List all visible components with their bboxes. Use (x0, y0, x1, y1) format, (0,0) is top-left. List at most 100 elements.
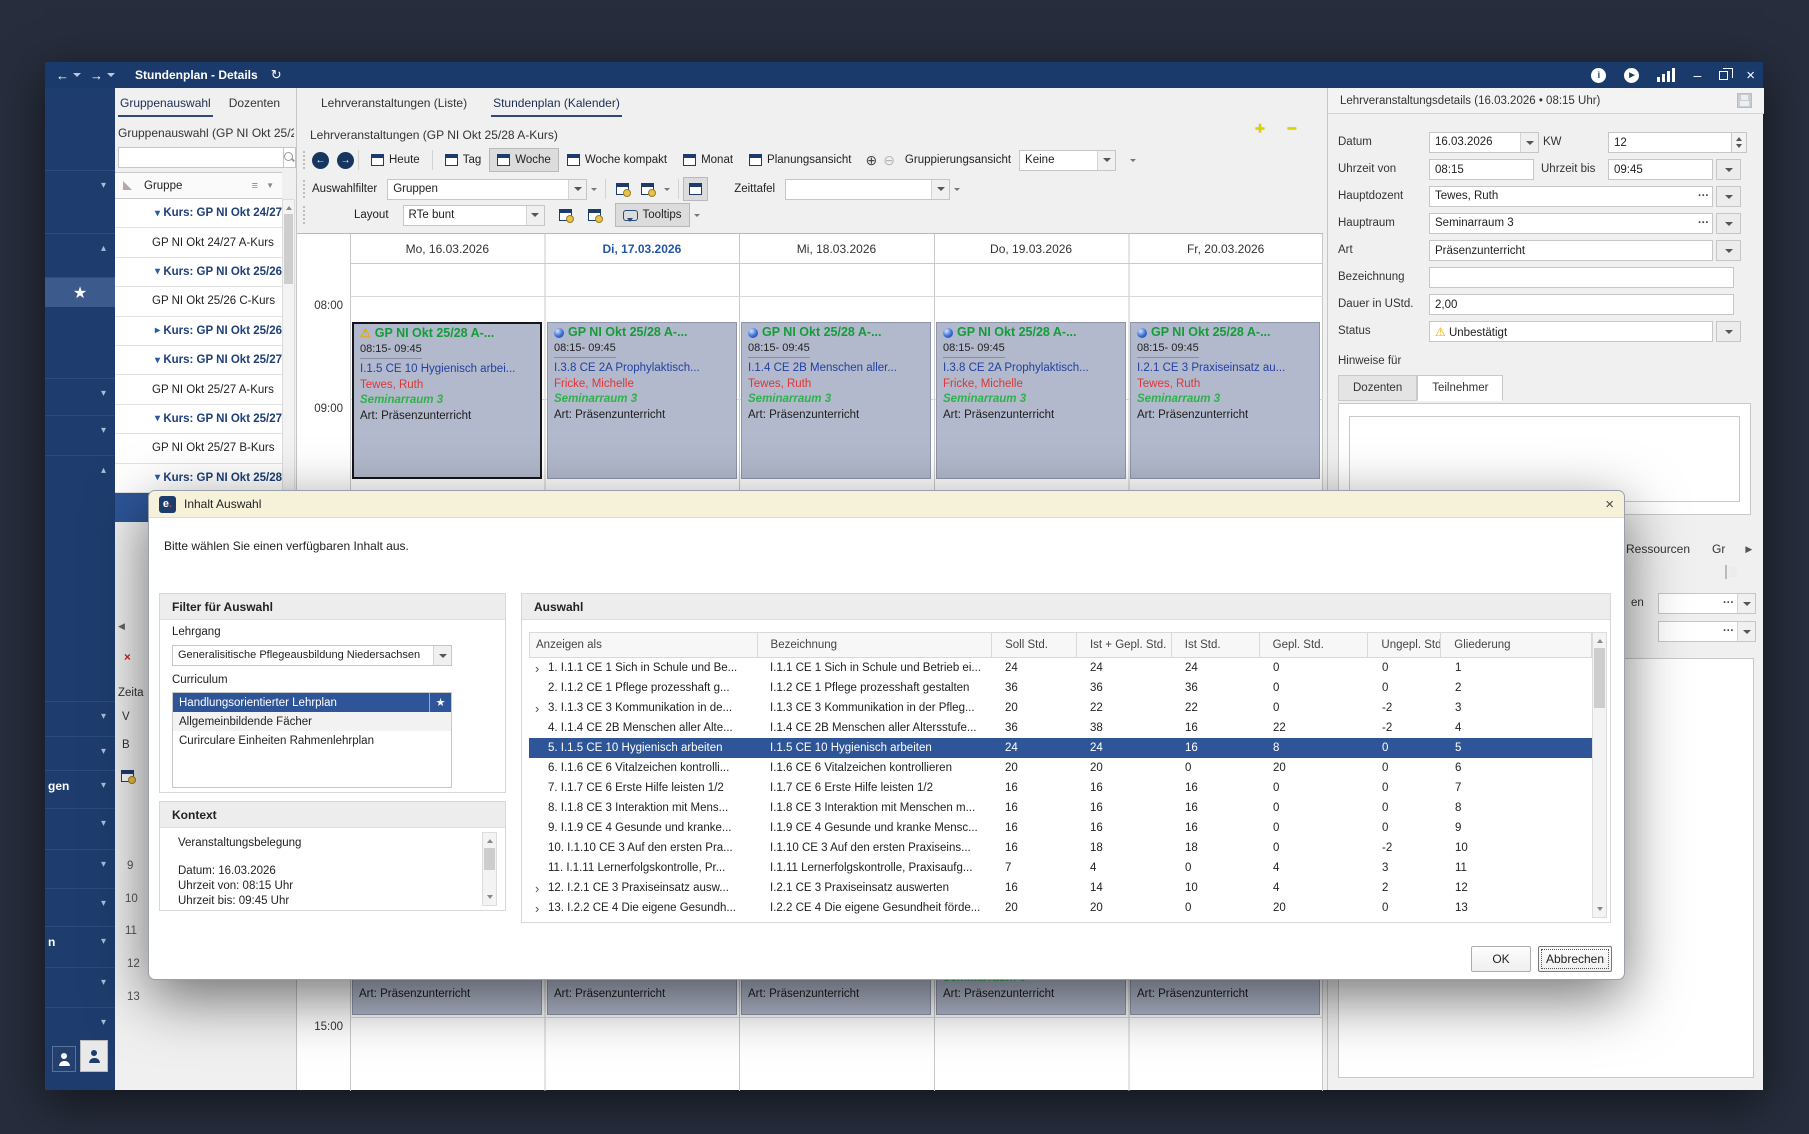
edit-layout-icon[interactable] (588, 209, 601, 221)
calendar-event[interactable]: ⚠GP NI Okt 25/28 A-... 08:15- 09:45 I.3.… (547, 322, 737, 479)
kontext-scrollbar[interactable] (482, 832, 497, 906)
hauptraum-combobox[interactable]: Seminarraum 3… (1429, 213, 1713, 234)
expand-icon[interactable]: › (535, 661, 548, 676)
chevron-down-icon[interactable] (1097, 151, 1115, 170)
tag-button[interactable]: Tag (437, 148, 490, 172)
nav-forward-icon[interactable]: → (90, 68, 103, 83)
save-icon[interactable] (1725, 565, 1727, 579)
signal-bars-icon[interactable] (1657, 68, 1675, 82)
cancel-button[interactable]: Abbrechen (1538, 946, 1612, 972)
more-button[interactable]: … (1721, 622, 1738, 641)
filter-icon[interactable]: ▼ (266, 181, 274, 190)
tab-dozenten[interactable]: Dozenten (227, 92, 282, 117)
day-header[interactable]: Do, 19.03.2026 (934, 234, 1129, 263)
chevron-down-icon[interactable] (660, 179, 674, 199)
tab-gruppen[interactable]: Gr (1710, 538, 1727, 561)
sidebar-item[interactable]: ▴ (45, 233, 115, 263)
select-all-icon[interactable] (123, 181, 132, 190)
planungsansicht-button[interactable]: Planungsansicht (741, 148, 859, 172)
toolbar-drag-handle[interactable] (303, 206, 306, 224)
chevron-down-icon[interactable] (1737, 594, 1755, 613)
chevron-down-icon[interactable] (568, 180, 586, 199)
close-filter-icon[interactable]: × (124, 652, 131, 664)
sidebar-item[interactable]: ▾ (45, 808, 115, 838)
hauptraum-dropdown[interactable] (1716, 213, 1741, 234)
column-header[interactable]: Anzeigen als (530, 633, 758, 657)
expand-icon[interactable]: ▾ (155, 472, 163, 483)
tooltips-toggle[interactable]: Tooltips (615, 203, 690, 227)
tree-row[interactable]: ▸ Kurs: GP NI Okt 25/26 (115, 317, 282, 346)
close-button[interactable]: × (1746, 67, 1755, 84)
sort-icon[interactable]: ≡ (252, 180, 258, 192)
more-button[interactable]: … (1696, 214, 1713, 233)
calendar-event[interactable]: ⚠GP NI Okt 25/28 A-... 08:15- 09:45 I.1.… (352, 322, 542, 479)
datum-combobox[interactable]: 16.03.2026 (1429, 132, 1539, 153)
day-header[interactable]: Fr, 20.03.2026 (1128, 234, 1323, 263)
star-icon[interactable]: ★ (429, 693, 451, 712)
tree-row[interactable]: GP NI Okt 25/26 C-Kurs (115, 287, 282, 316)
curriculum-item[interactable]: Curirculare Einheiten Rahmenlehrplan ★ (173, 731, 451, 750)
chevron-down-icon[interactable] (526, 206, 544, 225)
uhrzeit-von-input[interactable] (1429, 159, 1534, 180)
status-dropdown[interactable] (1716, 321, 1741, 342)
uhrzeit-bis-input[interactable] (1608, 159, 1713, 180)
scroll-up-icon[interactable] (483, 833, 496, 846)
expand-icon[interactable]: ▾ (155, 266, 163, 277)
sidebar-item[interactable]: gen▾ (45, 770, 115, 800)
search-icon[interactable] (283, 147, 296, 168)
curriculum-item[interactable]: Handlungsorientierter Lehrplan ★ (173, 693, 451, 712)
woche-button[interactable]: Woche (489, 148, 559, 172)
ressourcen-combobox[interactable]: … (1658, 621, 1756, 642)
chevron-down-icon[interactable] (1126, 150, 1140, 170)
table-row[interactable]: 10. I.1.10 CE 3 Auf den ersten Pra... I.… (529, 838, 1592, 858)
layout-combobox[interactable]: RTe bunt (403, 205, 545, 226)
scrollbar-thumb[interactable] (284, 214, 293, 284)
zoom-out-icon[interactable]: ⊖ (883, 152, 895, 169)
scroll-down-icon[interactable] (483, 892, 496, 905)
chevron-down-icon[interactable] (931, 180, 949, 199)
scrollbar-thumb[interactable] (484, 848, 495, 870)
column-header[interactable]: Gliederung (1441, 633, 1591, 657)
day-header[interactable]: Mo, 16.03.2026 (350, 234, 545, 263)
column-header[interactable]: Bezeichnung (758, 633, 993, 657)
zoom-in-icon[interactable]: ⊕ (865, 152, 877, 169)
toolbar-drag-handle[interactable] (303, 180, 306, 198)
kw-input[interactable] (1608, 132, 1732, 153)
table-row[interactable]: 2. I.1.2 CE 1 Pflege prozesshaft g... I.… (529, 678, 1592, 698)
tree-row[interactable]: ▾ Kurs: GP NI Okt 24/27 (115, 199, 282, 228)
table-row[interactable]: 5. I.1.5 CE 10 Hygienisch arbeiten I.1.5… (529, 738, 1592, 758)
sidebar-item-favorite[interactable]: ★ (45, 277, 115, 307)
save-icon[interactable] (1737, 93, 1752, 108)
tab-ressourcen[interactable]: Ressourcen (1624, 538, 1692, 561)
user-button[interactable] (52, 1046, 76, 1072)
prev-week-button[interactable]: ← (312, 152, 329, 169)
table-row[interactable]: 11. I.1.11 Lernerfolgskontrolle, Pr... I… (529, 858, 1592, 878)
scroll-up-icon[interactable] (283, 200, 294, 213)
woche-kompakt-button[interactable]: Woche kompakt (559, 148, 675, 172)
restore-button[interactable] (1719, 71, 1728, 80)
table-row[interactable]: 7. I.1.7 CE 6 Erste Hilfe leisten 1/2 I.… (529, 778, 1592, 798)
tab-stundenplan-kalender[interactable]: Stundenplan (Kalender) (491, 92, 622, 117)
edit-layout-icon[interactable] (559, 209, 572, 221)
table-row[interactable]: 8. I.1.8 CE 3 Interaktion mit Mens... I.… (529, 798, 1592, 818)
column-header[interactable]: Ist Std. (1172, 633, 1260, 657)
expand-icon[interactable]: › (535, 881, 548, 896)
tab-teilnehmer-hinweise[interactable]: Teilnehmer (1417, 375, 1503, 401)
tree-row[interactable]: ▾ Kurs: GP NI Okt 25/27 (115, 346, 282, 375)
tab-overflow-icon[interactable]: ▶ (1745, 544, 1752, 555)
expand-icon[interactable]: ▾ (155, 208, 163, 219)
more-button[interactable]: … (1696, 187, 1713, 206)
tree-column-header[interactable]: Gruppe ≡ ▼ (115, 172, 282, 199)
expand-icon[interactable]: ▸ (155, 325, 163, 336)
table-row[interactable]: ›12. I.2.1 CE 3 Praxiseinsatz ausw... I.… (529, 878, 1592, 898)
tree-row[interactable]: ▾ Kurs: GP NI Okt 25/27 (115, 405, 282, 434)
table-row[interactable]: 9. I.1.9 CE 4 Gesunde und kranke... I.1.… (529, 818, 1592, 838)
zeittafel-combobox[interactable] (785, 179, 950, 200)
tree-row[interactable]: GP NI Okt 25/27 A-Kurs (115, 375, 282, 404)
scroll-down-icon[interactable] (1593, 904, 1606, 917)
dialog-close-icon[interactable]: × (1605, 496, 1614, 513)
column-header[interactable]: Ungepl. Std. (1368, 633, 1441, 657)
sidebar-item[interactable]: ▾ (45, 1007, 115, 1037)
play-icon[interactable]: ▶ (1624, 68, 1639, 83)
toolbar-drag-handle[interactable] (303, 151, 306, 169)
